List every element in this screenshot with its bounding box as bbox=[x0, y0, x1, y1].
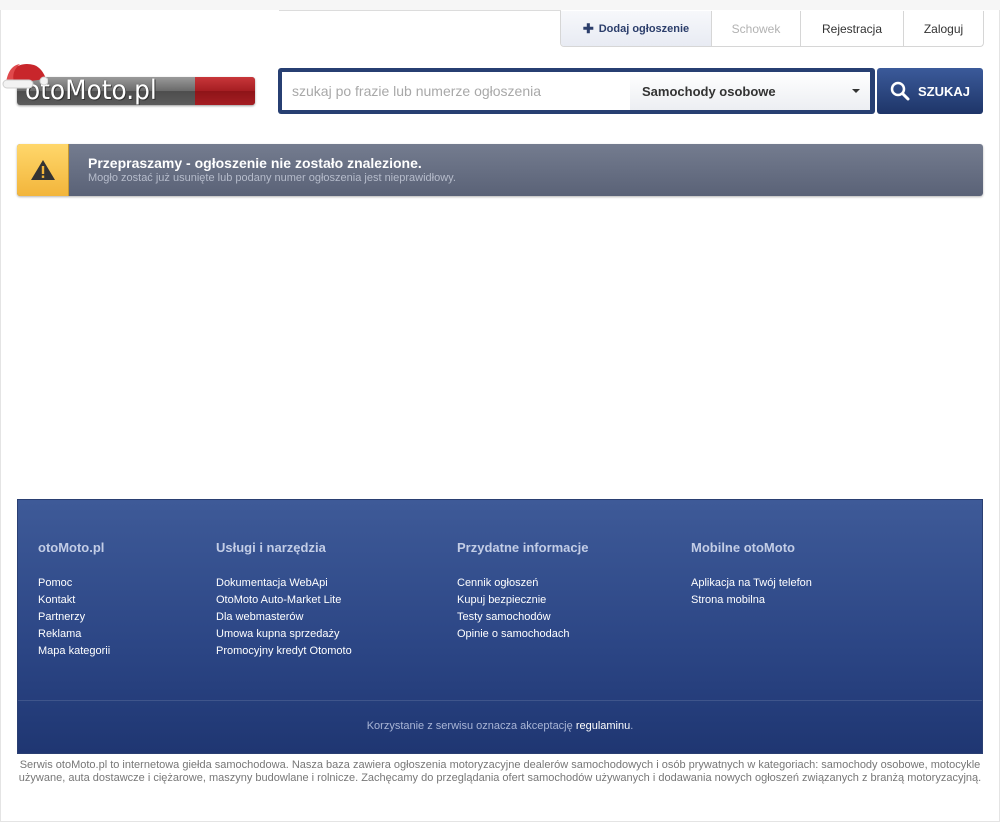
warning-icon bbox=[30, 160, 55, 180]
footer-column-services: Usługi i narzędzia Dokumentacja WebApi O… bbox=[216, 540, 352, 660]
search-button-label: SZUKAJ bbox=[917, 83, 970, 99]
register-link[interactable]: Rejestracja bbox=[800, 11, 903, 46]
logo-plate: otoMoto.pl bbox=[17, 77, 255, 105]
footer-column-info: Przydatne informacje Cennik ogłoszeń Kup… bbox=[457, 540, 589, 643]
footer-link-sales-contract[interactable]: Umowa kupna sprzedaży bbox=[216, 626, 352, 643]
footer-link-webmasters[interactable]: Dla webmasterów bbox=[216, 609, 352, 626]
caret-down-icon bbox=[852, 89, 860, 93]
terms-link[interactable]: regulaminu bbox=[576, 720, 630, 732]
site-disclaimer: Serwis otoMoto.pl to internetowa giełda … bbox=[18, 759, 982, 784]
logo-pl-background bbox=[195, 77, 255, 105]
footer-link-category-map[interactable]: Mapa kategorii bbox=[38, 643, 110, 660]
search-icon bbox=[890, 81, 910, 101]
footer-link-car-tests[interactable]: Testy samochodów bbox=[457, 609, 589, 626]
search-button[interactable]: SZUKAJ bbox=[877, 68, 983, 114]
santa-hat-icon bbox=[2, 63, 48, 89]
category-select[interactable]: Samochody osobowe bbox=[630, 72, 870, 110]
footer-column-otomoto: otoMoto.pl Pomoc Kontakt Partnerzy Rekla… bbox=[38, 540, 110, 660]
footer-link-contact[interactable]: Kontakt bbox=[38, 592, 110, 609]
footer-link-automarket-lite[interactable]: OtoMoto Auto-Market Lite bbox=[216, 592, 352, 609]
footer-column-mobile: Mobilne otoMoto Aplikacja na Twój telefo… bbox=[691, 540, 812, 609]
footer-link-buy-safely[interactable]: Kupuj bezpiecznie bbox=[457, 592, 589, 609]
add-listing-button[interactable]: ✚ Dodaj ogłoszenie bbox=[561, 11, 711, 46]
top-nav: ✚ Dodaj ogłoszenie Schowek Rejestracja Z… bbox=[560, 11, 984, 47]
footer-link-webapi-docs[interactable]: Dokumentacja WebApi bbox=[216, 575, 352, 592]
not-found-alert: Przepraszamy - ogłoszenie nie zostało zn… bbox=[17, 144, 983, 196]
footer: otoMoto.pl Pomoc Kontakt Partnerzy Rekla… bbox=[17, 499, 983, 754]
footer-link-help[interactable]: Pomoc bbox=[38, 575, 110, 592]
footer-heading: Mobilne otoMoto bbox=[691, 540, 795, 555]
category-selected-label: Samochody osobowe bbox=[642, 83, 776, 99]
login-link[interactable]: Zaloguj bbox=[903, 11, 983, 46]
footer-link-partners[interactable]: Partnerzy bbox=[38, 609, 110, 626]
footer-divider bbox=[18, 700, 982, 701]
footer-heading: Usługi i narzędzia bbox=[216, 540, 326, 555]
footer-link-advertising[interactable]: Reklama bbox=[38, 626, 110, 643]
search-input[interactable] bbox=[282, 72, 630, 110]
add-listing-label: Dodaj ogłoszenie bbox=[598, 22, 690, 35]
logo[interactable]: otoMoto.pl bbox=[0, 57, 260, 112]
search-bar: Samochody osobowe bbox=[278, 68, 875, 114]
alert-subtitle: Mogło zostać już usunięte lub podany num… bbox=[88, 172, 456, 184]
footer-heading: otoMoto.pl bbox=[38, 540, 105, 555]
plus-icon: ✚ bbox=[582, 20, 594, 36]
alert-icon-box bbox=[17, 144, 69, 196]
footer-link-car-reviews[interactable]: Opinie o samochodach bbox=[457, 626, 589, 643]
footer-heading: Przydatne informacje bbox=[457, 540, 589, 555]
top-strip bbox=[0, 0, 1000, 10]
footer-link-promo-credit[interactable]: Promocyjny kredyt Otomoto bbox=[216, 643, 352, 660]
top-divider bbox=[279, 10, 561, 11]
terms-prefix: Korzystanie z serwisu oznacza akceptację bbox=[366, 720, 573, 732]
terms-suffix: . bbox=[630, 720, 634, 732]
clipboard-link[interactable]: Schowek bbox=[711, 11, 800, 46]
footer-link-pricing[interactable]: Cennik ogłoszeń bbox=[457, 575, 589, 592]
alert-title: Przepraszamy - ogłoszenie nie zostało zn… bbox=[88, 155, 422, 171]
footer-link-mobile-site[interactable]: Strona mobilna bbox=[691, 592, 812, 609]
footer-link-phone-app[interactable]: Aplikacja na Twój telefon bbox=[691, 575, 812, 592]
footer-terms: Korzystanie z serwisu oznacza akceptację… bbox=[18, 720, 982, 732]
